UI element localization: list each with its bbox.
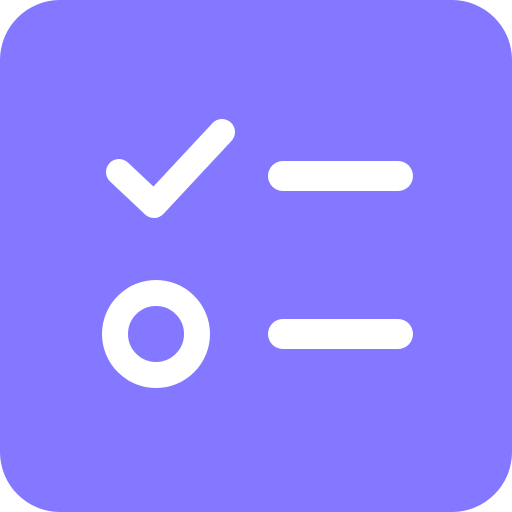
icon-background — [0, 0, 512, 512]
checklist-app-icon — [0, 0, 512, 512]
checklist-icon-svg — [0, 0, 512, 512]
